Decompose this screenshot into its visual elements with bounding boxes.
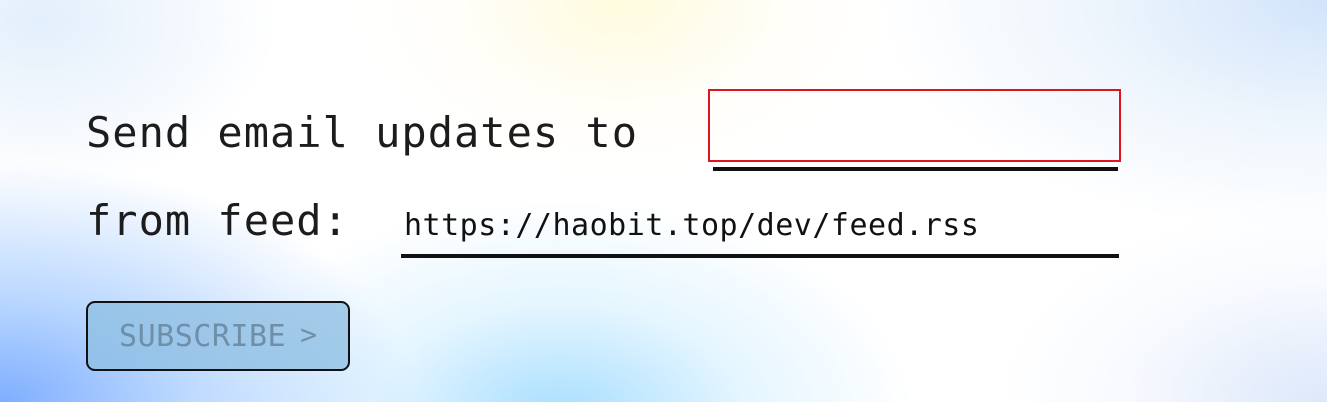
subscribe-button[interactable]: SUBSCRIBE > <box>86 301 350 371</box>
subscribe-button-label: SUBSCRIBE <box>119 318 287 354</box>
feed-underline <box>401 254 1119 258</box>
email-field-wrapper <box>708 89 1121 173</box>
feed-field-wrapper <box>401 196 1121 262</box>
chevron-right-icon: > <box>300 318 317 351</box>
email-input[interactable] <box>708 89 1121 162</box>
feed-url-input[interactable] <box>401 200 1120 250</box>
email-underline <box>713 167 1118 171</box>
feed-label: from feed: <box>86 196 349 245</box>
email-label: Send email updates to <box>86 108 639 157</box>
subscribe-form: Send email updates to from feed: SUBSCRI… <box>0 0 1327 402</box>
